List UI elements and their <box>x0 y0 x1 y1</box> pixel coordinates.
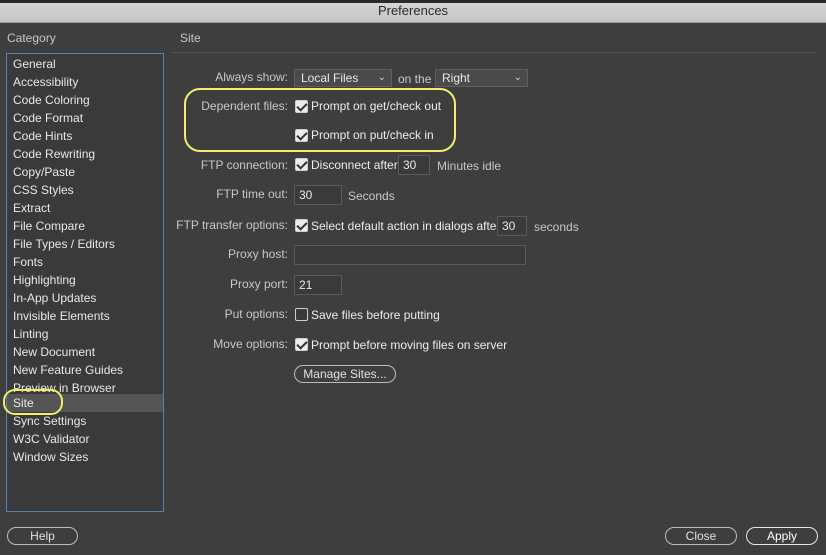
help-button[interactable]: Help <box>7 527 78 545</box>
seconds-lower-label: seconds <box>534 220 579 234</box>
section-title: Site <box>180 31 201 45</box>
select-default-action-text: Select default action in dialogs after <box>311 219 501 233</box>
move-options-label: Move options: <box>213 337 288 351</box>
save-before-putting-checkbox[interactable] <box>295 308 308 321</box>
chevron-down-icon: ⌄ <box>377 72 386 83</box>
category-item-w3c-validator[interactable]: W3C Validator <box>7 430 163 448</box>
prompt-before-moving-text: Prompt before moving files on server <box>311 338 508 352</box>
put-options-label: Put options: <box>224 307 288 321</box>
proxy-host-input[interactable] <box>294 245 526 265</box>
title-bar-top-strip <box>0 0 826 3</box>
proxy-port-input[interactable]: 21 <box>294 275 342 295</box>
disconnect-minutes-input[interactable]: 30 <box>398 155 430 175</box>
minutes-idle-label: Minutes idle <box>437 159 502 173</box>
always-show-label: Always show: <box>215 70 288 84</box>
category-item-in-app-updates[interactable]: In-App Updates <box>7 289 163 307</box>
category-item-window-sizes[interactable]: Window Sizes <box>7 448 163 466</box>
close-button[interactable]: Close <box>665 527 737 545</box>
category-header: Category <box>7 31 56 45</box>
save-before-putting-text: Save files before putting <box>311 308 440 322</box>
window-title: Preferences <box>377 3 449 18</box>
title-bar: Preferences <box>0 0 826 23</box>
category-item-code-hints[interactable]: Code Hints <box>7 127 163 145</box>
category-item-extract[interactable]: Extract <box>7 199 163 217</box>
ftp-timeout-label: FTP time out: <box>216 187 288 201</box>
select-default-action-checkbox[interactable] <box>295 219 308 232</box>
always-show-value: Local Files <box>301 71 359 85</box>
ftp-transfer-options-label: FTP transfer options: <box>176 218 288 232</box>
side-dropdown[interactable]: Right ⌄ <box>435 69 528 87</box>
category-item-new-feature-guides[interactable]: New Feature Guides <box>7 361 163 379</box>
section-divider <box>172 52 816 53</box>
proxy-port-label: Proxy port: <box>229 277 288 291</box>
ftp-timeout-input[interactable]: 30 <box>294 185 342 205</box>
default-action-seconds-input[interactable]: 30 <box>497 216 527 236</box>
side-value: Right <box>442 71 471 85</box>
manage-sites-button[interactable]: Manage Sites... <box>294 365 396 383</box>
site-highlight-annotation <box>3 389 63 415</box>
on-the-label: on the <box>398 72 432 86</box>
prompt-before-moving-checkbox[interactable] <box>295 338 308 351</box>
disconnect-after-text: Disconnect after <box>311 158 398 172</box>
always-show-dropdown[interactable]: Local Files ⌄ <box>294 69 392 87</box>
dependent-files-highlight-annotation <box>184 88 456 152</box>
apply-button[interactable]: Apply <box>746 527 818 545</box>
disconnect-after-checkbox[interactable] <box>295 158 308 171</box>
proxy-host-label: Proxy host: <box>227 247 288 261</box>
chevron-down-icon: ⌄ <box>513 72 522 83</box>
ftp-connection-label: FTP connection: <box>200 158 288 172</box>
seconds-label: Seconds <box>348 189 395 203</box>
